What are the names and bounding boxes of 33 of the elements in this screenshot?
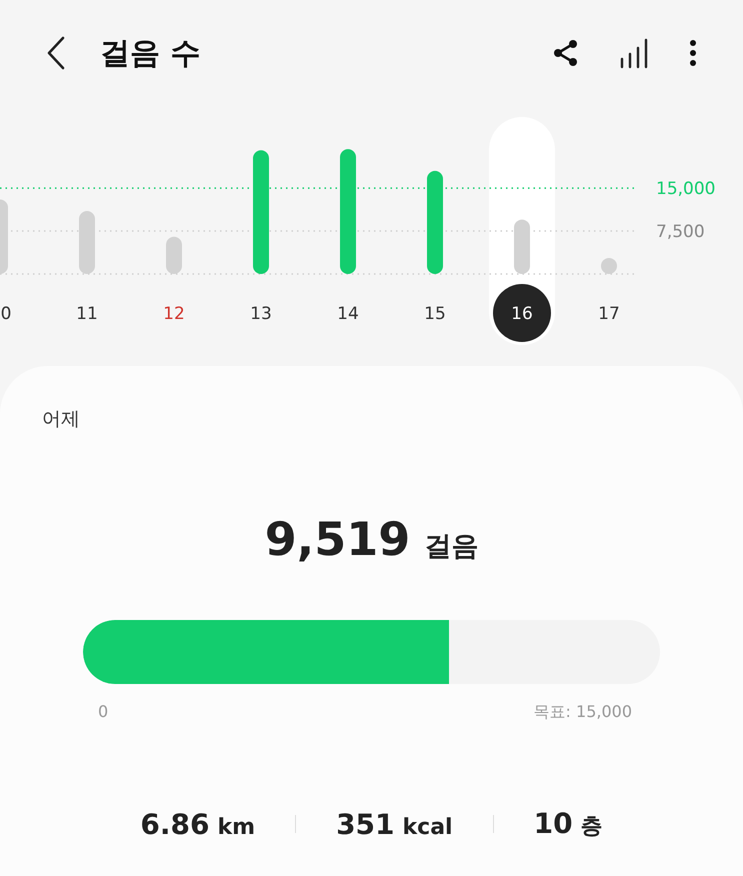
more-options-icon[interactable] (689, 39, 697, 67)
day-label[interactable]: 16 (511, 304, 533, 324)
step-unit: 걸음 (424, 530, 478, 564)
stat-unit: 층 (580, 813, 603, 841)
goal-label: 목표: 15,000 (534, 702, 632, 723)
day-label[interactable]: 15 (424, 304, 446, 324)
page-title: 걸음 수 (100, 34, 200, 72)
step-count: 9,519 (264, 512, 410, 566)
selected-day-marker[interactable] (493, 284, 551, 342)
day-label[interactable]: 12 (163, 304, 185, 324)
bar[interactable] (253, 150, 269, 274)
bar[interactable] (340, 149, 356, 274)
axis-tick-label: 15,000 (656, 179, 716, 200)
bar[interactable] (0, 200, 8, 274)
day-label[interactable]: 0 (0, 304, 12, 324)
axis-tick-label: 7,500 (656, 222, 705, 242)
day-label[interactable]: 14 (337, 304, 359, 324)
day-label[interactable]: 11 (76, 304, 98, 324)
day-label[interactable]: 17 (598, 304, 620, 324)
bar[interactable] (79, 211, 95, 274)
bar[interactable] (166, 236, 182, 274)
stat-value: 6.86 (140, 808, 210, 840)
bar[interactable] (601, 258, 617, 274)
stat-value: 10 (534, 807, 573, 840)
bar[interactable] (514, 220, 530, 274)
stat-value: 351 (336, 808, 395, 840)
day-label[interactable]: 13 (250, 304, 272, 324)
progress-min-label: 0 (98, 702, 108, 723)
day-label: 어제 (42, 407, 81, 432)
back-icon[interactable] (46, 36, 66, 70)
stat-unit: kcal (402, 814, 453, 840)
stat-unit: km (218, 814, 256, 840)
bar[interactable] (427, 170, 443, 274)
